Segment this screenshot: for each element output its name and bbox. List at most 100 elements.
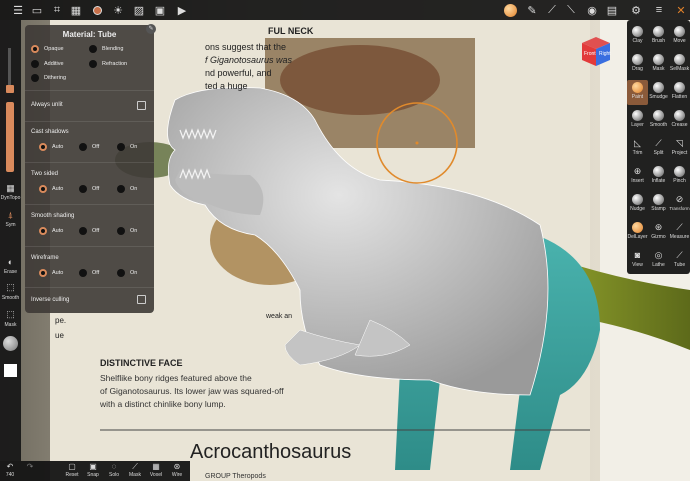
two-sided-off[interactable]: Off xyxy=(79,185,99,193)
shading-refraction[interactable]: Refraction xyxy=(89,60,127,68)
tool-label: Drag xyxy=(632,66,643,72)
book-line: of Giganotosaurus. Its lower jaw was squ… xyxy=(100,386,284,396)
settings-icon[interactable]: ⚙ xyxy=(628,2,644,18)
tool-insert[interactable]: ⊕ Insert xyxy=(627,164,648,189)
scene-icon[interactable]: ⌗ xyxy=(49,2,65,18)
tool-pinch[interactable]: Pinch xyxy=(669,164,690,189)
tool-paint[interactable]: Paint xyxy=(627,80,648,105)
tool-measure[interactable]: ⟋ Measure xyxy=(669,220,690,245)
wireframe-off[interactable]: Off xyxy=(79,269,99,277)
mask-icon[interactable]: ⬚ xyxy=(4,309,17,320)
folder-icon[interactable]: ▭ xyxy=(29,2,45,18)
smooth-shading-on[interactable]: On xyxy=(117,227,137,235)
cube-right-label: Right xyxy=(599,51,611,57)
shading-additive[interactable]: Additive xyxy=(31,60,64,68)
always-unlit-checkbox[interactable] xyxy=(137,101,146,110)
radius-handle[interactable] xyxy=(6,85,14,93)
book-line: pe. xyxy=(55,316,66,325)
reset-button[interactable]: ▢ Reset xyxy=(62,462,82,481)
wireframe-auto[interactable]: Auto xyxy=(39,269,63,277)
pen-icon[interactable]: ✎ xyxy=(524,2,540,18)
sym-icon[interactable]: ⍋ xyxy=(4,210,17,221)
tools-panel: Clay Brush Move Drag Mask SelMask Paint … xyxy=(627,20,690,274)
wire-button[interactable]: ⊛ Wire xyxy=(167,462,187,481)
voxel-button[interactable]: ▦ Voxel xyxy=(146,462,166,481)
grid-icon[interactable]: ▦ xyxy=(68,2,84,18)
mask-toggle-button[interactable]: ⟋ Mask xyxy=(125,462,145,481)
cast-shadows-on[interactable]: On xyxy=(117,143,137,151)
book-heading-face: DISTINCTIVE FACE xyxy=(100,358,183,368)
solo-button[interactable]: ◌ Solo xyxy=(104,462,124,481)
eye-icon[interactable]: ◉ xyxy=(584,2,600,18)
tool-clay[interactable]: Clay xyxy=(627,24,648,49)
radio-icon xyxy=(89,60,97,68)
tool-label: SelMask xyxy=(669,66,690,72)
tool-label: Insert xyxy=(631,178,644,184)
material-swatch[interactable] xyxy=(3,336,18,351)
tool-transform[interactable]: ⊘ Transform xyxy=(669,192,690,217)
tool-stamp[interactable]: Stamp xyxy=(648,192,669,217)
redo-button[interactable]: ↷ xyxy=(20,462,40,481)
tool-drag[interactable]: Drag xyxy=(627,52,648,77)
tool-smudge[interactable]: Smudge xyxy=(648,80,669,105)
layers-icon[interactable]: ▤ xyxy=(604,2,620,18)
snap-button[interactable]: ▣ Snap xyxy=(83,462,103,481)
two-sided-on[interactable]: On xyxy=(117,185,137,193)
tool-flatten[interactable]: Flatten xyxy=(669,80,690,105)
tool-lathe[interactable]: ◎ Lathe xyxy=(648,248,669,273)
shading-dithering[interactable]: Dithering xyxy=(31,74,66,82)
cast-shadows-off[interactable]: Off xyxy=(79,143,99,151)
tool-dellayer[interactable]: DelLayer xyxy=(627,220,648,245)
two-sided-auto[interactable]: Auto xyxy=(39,185,63,193)
material-preview-icon[interactable] xyxy=(502,2,518,18)
tool-smooth[interactable]: Smooth xyxy=(648,108,669,133)
tool-split[interactable]: ⟋ Split xyxy=(648,136,669,161)
light-icon[interactable]: ☀ xyxy=(110,2,126,18)
tool-inflate[interactable]: Inflate xyxy=(648,164,669,189)
smooth-shading-off[interactable]: Off xyxy=(79,227,99,235)
tool-tube[interactable]: ⟋ Tube xyxy=(669,248,690,273)
color-swatch[interactable] xyxy=(4,364,17,377)
tool-crease[interactable]: Crease xyxy=(669,108,690,133)
radio-icon xyxy=(117,143,125,151)
orientation-cube[interactable]: Front Right xyxy=(580,35,612,67)
tool-label: Smooth xyxy=(649,122,668,128)
tool-trim[interactable]: ◺ Trim xyxy=(627,136,648,161)
tool-nudge[interactable]: Nudge xyxy=(627,192,648,217)
smooth-icon[interactable]: ⬚ xyxy=(4,282,17,293)
tool-mask[interactable]: Mask xyxy=(648,52,669,77)
erase-icon[interactable]: ◐ xyxy=(4,257,17,268)
shading-opaque[interactable]: Opaque xyxy=(31,45,64,53)
radio-icon xyxy=(117,227,125,235)
video-icon[interactable]: ▶ xyxy=(174,2,190,18)
picture-icon[interactable]: ▣ xyxy=(152,2,168,18)
tool-layer[interactable]: Layer xyxy=(627,108,648,133)
tool-project[interactable]: ◹ Project xyxy=(669,136,690,161)
smooth-shading-auto[interactable]: Auto xyxy=(39,227,63,235)
tool-label: Tube xyxy=(673,262,686,268)
menu-icon[interactable]: ☰ xyxy=(10,2,26,18)
wireframe-on[interactable]: On xyxy=(117,269,137,277)
inverse-culling-checkbox[interactable] xyxy=(137,295,146,304)
tool-gizmo[interactable]: ⊛ Gizmo xyxy=(648,220,669,245)
tool-brush[interactable]: Brush xyxy=(648,24,669,49)
material-icon[interactable] xyxy=(89,2,105,18)
radio-icon xyxy=(39,143,47,151)
tool-label: Move xyxy=(673,38,686,44)
tool-view[interactable]: ◙ View xyxy=(627,248,648,273)
left-toolbar: ▦ DynTopo ⍋ Sym ◐ Erase ⬚ Smooth ⬚ Mask xyxy=(0,20,21,461)
help-icon[interactable]: ✕ xyxy=(673,2,689,18)
cast-shadows-auto[interactable]: Auto xyxy=(39,143,63,151)
stats-icon[interactable]: ≡ xyxy=(651,2,667,18)
undo-button[interactable]: ↶ 740 xyxy=(0,462,20,481)
ruler-icon[interactable]: ⟍ xyxy=(563,2,579,18)
radius-slider[interactable] xyxy=(8,48,11,88)
image-icon[interactable]: ▨ xyxy=(131,2,147,18)
tool-selmask[interactable]: SelMask xyxy=(669,52,690,77)
wand-icon[interactable]: ⟋ xyxy=(544,2,560,18)
book-line: f Giganotosaurus was xyxy=(205,55,293,65)
shading-blending[interactable]: Blending xyxy=(89,45,123,53)
dyntopo-icon[interactable]: ▦ xyxy=(4,183,17,194)
tool-move[interactable]: Move xyxy=(669,24,690,49)
intensity-slider[interactable] xyxy=(6,102,14,172)
